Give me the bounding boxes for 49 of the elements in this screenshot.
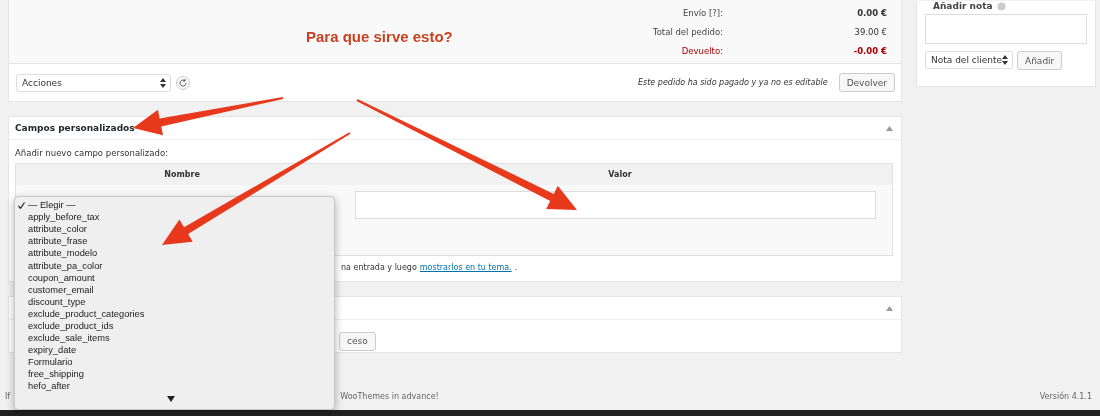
dropdown-option[interactable]: coupon_amount — [15, 271, 334, 284]
column-header: Nombre — [163, 170, 201, 179]
total-value: -0.00 € — [852, 45, 887, 56]
dropdown-option[interactable]: attribute_pa_color — [15, 259, 334, 272]
help-icon[interactable] — [996, 1, 1006, 11]
hint-text: . — [514, 263, 518, 272]
total-label: Total del pedido: — [651, 26, 724, 37]
dropdown-option[interactable]: customer_email — [15, 283, 334, 296]
total-value: 39.00 € — [853, 26, 887, 37]
dropdown-option[interactable]: hefo_after — [15, 380, 334, 393]
footer-text: WooThemes in advance! — [340, 392, 439, 401]
collapse-icon[interactable] — [886, 125, 893, 131]
total-value: 0.00 € — [856, 7, 887, 18]
total-label: Devuelto: — [680, 45, 724, 56]
dropdown-option[interactable]: expiry_date — [15, 344, 334, 357]
dropdown-option[interactable]: Formulario — [15, 356, 334, 369]
hint-text: na entrada y luego — [341, 263, 417, 272]
footer-text: If — [5, 392, 11, 401]
dropdown-option[interactable]: attribute_frase — [15, 235, 334, 248]
dropdown-option[interactable]: free_shipping — [15, 368, 334, 381]
dropdown-option[interactable]: exclude_sale_items — [15, 332, 334, 345]
theme-link[interactable]: mostrarlos en tu tema. — [419, 263, 512, 272]
annotation-text: Para que sirve esto? — [306, 28, 453, 45]
note-type-select[interactable]: Nota del cliente — [925, 51, 1013, 69]
dropdown-option[interactable]: attribute_modelo — [15, 247, 334, 260]
actions-select[interactable]: Acciones — [16, 73, 171, 92]
caret-icon — [160, 77, 166, 88]
section-subtitle: Añadir nuevo campo personalizado: — [14, 147, 169, 160]
dropdown-option[interactable]: exclude_product_ids — [15, 319, 334, 333]
note-field[interactable] — [925, 14, 1087, 44]
caret-icon — [1002, 55, 1008, 65]
dropdown-option[interactable]: discount_type — [15, 295, 334, 308]
refresh-icon[interactable] — [176, 75, 190, 90]
dropdown-option[interactable]: exclude_product_categories — [15, 307, 334, 320]
panel-title: Campos personalizados — [15, 123, 135, 133]
value-field[interactable] — [355, 191, 876, 219]
notes-title: Añadir nota — [933, 1, 993, 11]
dropdown-option[interactable]: — Elegir — — [15, 199, 334, 212]
add-note-button[interactable]: Añadir — [1017, 51, 1063, 70]
paid-notice: Este pedido ha sido pagado y ya no es editable — [638, 78, 828, 87]
refund-button[interactable]: Devolver — [838, 73, 895, 92]
column-header: Valor — [607, 170, 633, 179]
scroll-down-icon[interactable] — [167, 396, 175, 402]
dropdown-option[interactable]: attribute_color — [15, 223, 334, 236]
version-text: Versión 4.1.1 — [1039, 392, 1092, 401]
dropdown-option[interactable]: apply_before_tax — [15, 211, 334, 224]
action-button[interactable]: ceso — [339, 331, 376, 351]
total-label: Envío [?]: — [681, 7, 724, 18]
collapse-icon[interactable] — [886, 305, 893, 311]
